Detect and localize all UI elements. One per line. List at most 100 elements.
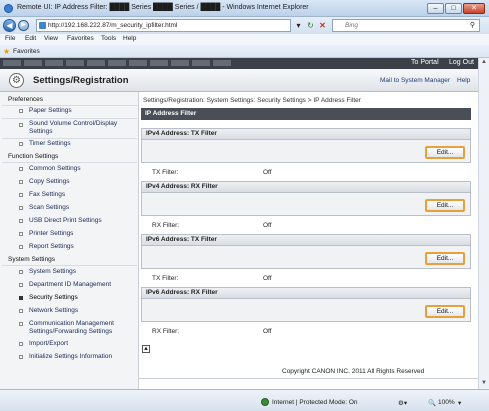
forward-button[interactable]: ▶: [18, 20, 29, 31]
search-placeholder: Bing: [345, 22, 359, 29]
vertical-scrollbar[interactable]: ▲ ▼: [478, 58, 489, 389]
zoom-icon[interactable]: 🔍: [428, 399, 436, 407]
search-input[interactable]: Bing: [332, 19, 480, 32]
address-dropdown-icon[interactable]: ▾: [293, 20, 304, 31]
settings-header: ⚙ Settings/Registration Mail to System M…: [0, 69, 478, 92]
page-title: Settings/Registration: [33, 75, 129, 86]
bullet-icon: [19, 232, 23, 236]
sidebar-item-department-id[interactable]: Department ID Management: [29, 281, 137, 289]
sidebar-category-system: System Settings: [8, 256, 55, 263]
menu-favorites[interactable]: Favorites: [67, 35, 94, 42]
sidebar-divider: [2, 138, 137, 139]
favorites-bar: ★ Favorites: [0, 45, 489, 58]
maximize-button[interactable]: □: [445, 3, 462, 14]
section-title: IPv6 Address: RX Filter: [142, 288, 470, 299]
bullet-icon: [19, 109, 23, 113]
copyright-text: Copyright CANON INC. 2011 All Rights Res…: [282, 368, 425, 375]
breadcrumb: Settings/Registration: System Settings: …: [143, 97, 361, 104]
section-ipv4-rx: IPv4 Address: RX Filter Edit...: [141, 181, 471, 216]
favorites-label[interactable]: Favorites: [13, 48, 40, 55]
section-ipv6-rx: IPv6 Address: RX Filter Edit...: [141, 287, 471, 322]
field-value: Off: [263, 169, 272, 176]
help-link[interactable]: Help: [457, 77, 470, 84]
sidebar-divider: [2, 105, 137, 106]
edit-ipv4-rx-button[interactable]: Edit...: [425, 199, 465, 212]
sidebar-item-security-settings[interactable]: Security Settings: [29, 294, 137, 302]
protected-mode-icon[interactable]: ⚙▾: [398, 399, 407, 407]
device-header-bar: To Portal Log Out: [0, 58, 478, 69]
sidebar-item-timer-settings[interactable]: Timer Settings: [29, 140, 137, 148]
field-label: RX Filter:: [152, 222, 180, 229]
sidebar-item-printer-settings[interactable]: Printer Settings: [29, 230, 137, 238]
log-out-link[interactable]: Log Out: [449, 59, 474, 66]
sidebar-item-initialize-settings[interactable]: Initialize Settings Information: [29, 353, 137, 361]
sidebar-category-preferences: Preferences: [8, 96, 44, 103]
settings-gear-icon: ⚙: [9, 73, 24, 88]
menu-file[interactable]: File: [5, 35, 15, 42]
device-name-redacted: [3, 60, 233, 66]
sidebar-item-copy-settings[interactable]: Copy Settings: [29, 178, 137, 186]
stop-icon[interactable]: ✕: [317, 20, 328, 31]
scroll-up-icon[interactable]: ▲: [480, 59, 488, 67]
url-input[interactable]: http://192.168.222.87/m_security_ipfilte…: [36, 19, 291, 32]
favorites-star-icon[interactable]: ★: [3, 47, 10, 56]
selected-bullet-icon: [19, 296, 23, 300]
zoom-dropdown-icon[interactable]: ▾: [458, 399, 461, 407]
security-zone-text: Internet | Protected Mode: On: [272, 399, 358, 406]
section-ipv6-tx: IPv6 Address: TX Filter Edit...: [141, 234, 471, 269]
sidebar-item-communication-management[interactable]: Communication Management Settings/Forwar…: [29, 320, 137, 336]
sidebar-item-paper-settings[interactable]: Paper Settings: [29, 107, 137, 115]
sidebar-item-common-settings[interactable]: Common Settings: [29, 165, 137, 173]
page-favicon-icon: [39, 22, 46, 29]
sidebar-item-network-settings[interactable]: Network Settings: [29, 307, 137, 315]
field-label: RX Filter:: [152, 328, 180, 335]
internet-zone-icon: [261, 398, 269, 406]
menu-help[interactable]: Help: [123, 35, 136, 42]
refresh-icon[interactable]: ↻: [305, 20, 316, 31]
edit-ipv6-rx-button[interactable]: Edit...: [425, 305, 465, 318]
bullet-icon: [19, 193, 23, 197]
address-bar: ◀ ▶ http://192.168.222.87/m_security_ipf…: [0, 17, 489, 34]
sidebar-category-function: Function Settings: [8, 153, 59, 160]
sidebar-divider: [2, 265, 137, 266]
bullet-icon: [19, 142, 23, 146]
field-label: TX Filter:: [152, 169, 179, 176]
sidebar-item-sound-volume[interactable]: Sound Volume Control/Display Settings: [29, 120, 137, 136]
scroll-down-icon[interactable]: ▼: [480, 380, 488, 388]
field-label: TX Filter:: [152, 275, 179, 282]
sidebar-item-report-settings[interactable]: Report Settings: [29, 243, 137, 251]
mail-system-manager-link[interactable]: Mail to System Manager: [380, 77, 450, 84]
menu-tools[interactable]: Tools: [101, 35, 116, 42]
bullet-icon: [19, 206, 23, 210]
to-portal-link[interactable]: To Portal: [411, 59, 439, 66]
edit-ipv6-tx-button[interactable]: Edit...: [425, 252, 465, 265]
menu-bar: File Edit View Favorites Tools Help: [0, 34, 489, 45]
sidebar-item-fax-settings[interactable]: Fax Settings: [29, 191, 137, 199]
bullet-icon: [19, 283, 23, 287]
sidebar: Preferences Paper Settings Sound Volume …: [0, 92, 139, 389]
bullet-icon: [19, 322, 23, 326]
bullet-icon: [19, 309, 23, 313]
window-title: Remote UI: IP Address Filter: ████ Serie…: [17, 4, 309, 11]
sidebar-item-scan-settings[interactable]: Scan Settings: [29, 204, 137, 212]
sidebar-item-import-export[interactable]: Import/Export: [29, 340, 137, 348]
field-value: Off: [263, 222, 272, 229]
minimize-button[interactable]: –: [427, 3, 444, 14]
menu-edit[interactable]: Edit: [25, 35, 36, 42]
section-title: IPv4 Address: RX Filter: [142, 182, 470, 193]
back-button[interactable]: ◀: [3, 19, 16, 32]
field-value: Off: [263, 275, 272, 282]
menu-view[interactable]: View: [44, 35, 58, 42]
field-value: Off: [263, 328, 272, 335]
bullet-icon: [19, 219, 23, 223]
close-window-button[interactable]: ✕: [463, 3, 485, 14]
sidebar-item-system-settings[interactable]: System Settings: [29, 268, 137, 276]
edit-ipv4-tx-button[interactable]: Edit...: [425, 146, 465, 159]
section-title: IPv6 Address: TX Filter: [142, 235, 470, 246]
back-to-top-icon[interactable]: ▲: [142, 345, 150, 353]
search-icon[interactable]: ⚲: [467, 20, 478, 31]
sidebar-item-usb-direct-print[interactable]: USB Direct Print Settings: [29, 217, 137, 225]
zoom-level[interactable]: 100%: [438, 399, 455, 406]
bullet-icon: [19, 167, 23, 171]
panel-title: IP Address Filter: [141, 108, 471, 120]
